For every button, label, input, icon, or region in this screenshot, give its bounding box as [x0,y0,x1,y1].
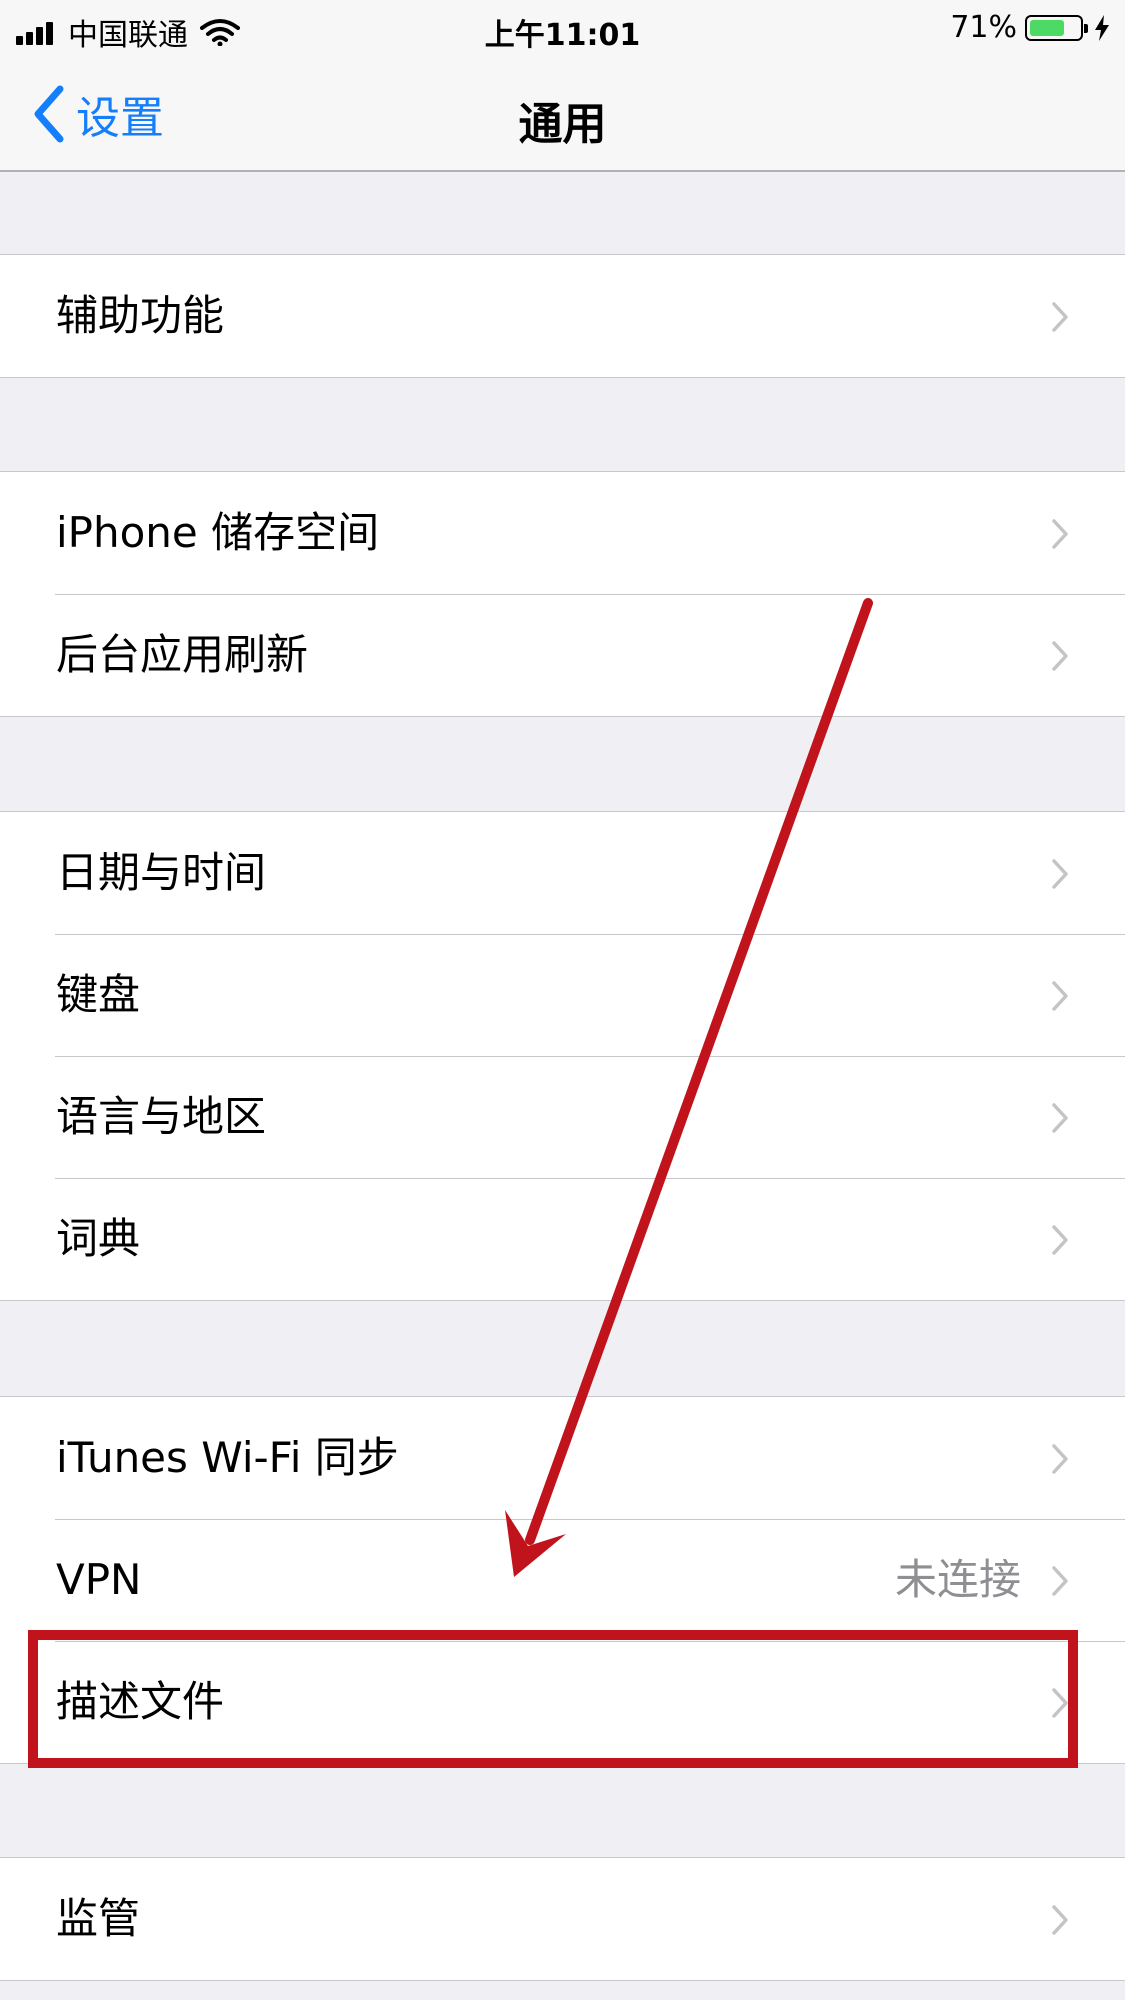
settings-row-keyboard[interactable]: 键盘 [0,934,1125,1056]
chevron-right-icon [1052,519,1068,549]
row-label: 后台应用刷新 [56,630,309,679]
row-label: 语言与地区 [56,1092,267,1141]
row-label: 日期与时间 [56,848,267,897]
settings-group-accessibility: 辅助功能 [0,254,1125,378]
row-label: iTunes Wi-Fi 同步 [56,1433,399,1482]
settings-row-dictionary[interactable]: 词典 [0,1178,1125,1300]
row-label: 词典 [56,1214,141,1263]
status-right: 71% [950,10,1111,45]
settings-group-supervision: 监管 [0,1857,1125,1981]
settings-row-supervision[interactable]: 监管 [0,1858,1125,1980]
chevron-right-icon [1052,1103,1068,1133]
row-label: iPhone 储存空间 [56,508,380,557]
chevron-right-icon [1052,302,1068,332]
chevron-right-icon [1052,859,1068,889]
battery-icon [1025,14,1088,41]
charging-bolt-icon [1095,14,1109,41]
vpn-status-value: 未连接 [894,1555,1021,1604]
chevron-right-icon [1052,1688,1068,1718]
settings-row-background-refresh[interactable]: 后台应用刷新 [0,594,1125,716]
settings-row-accessibility[interactable]: 辅助功能 [0,255,1125,377]
settings-group-sync: iTunes Wi-Fi 同步 VPN 未连接 描述文件 [0,1396,1125,1764]
settings-row-language-region[interactable]: 语言与地区 [0,1056,1125,1178]
chevron-right-icon [1052,981,1068,1011]
chevron-right-icon [1052,1225,1068,1255]
navigation-bar: 设置 通用 [0,56,1125,172]
settings-group-storage: iPhone 储存空间 后台应用刷新 [0,471,1125,717]
settings-row-date-time[interactable]: 日期与时间 [0,812,1125,934]
row-label: 监管 [56,1894,141,1943]
chevron-right-icon [1052,1566,1068,1596]
settings-row-vpn[interactable]: VPN 未连接 [0,1519,1125,1641]
row-label: 描述文件 [56,1677,225,1726]
row-label: 辅助功能 [56,291,225,340]
chevron-right-icon [1052,1905,1068,1935]
status-bar: 中国联通 上午11:01 71% [0,0,1125,56]
settings-group-locale: 日期与时间 键盘 语言与地区 词典 [0,811,1125,1301]
settings-row-itunes-wifi-sync[interactable]: iTunes Wi-Fi 同步 [0,1397,1125,1519]
battery-percent: 71% [950,10,1017,45]
battery-fill [1030,19,1065,36]
chevron-right-icon [1052,1444,1068,1474]
settings-row-profiles[interactable]: 描述文件 [0,1641,1125,1763]
chevron-right-icon [1052,641,1068,671]
battery-tip [1084,23,1088,33]
row-label: VPN [56,1555,142,1604]
page-title: 通用 [518,99,607,150]
settings-row-iphone-storage[interactable]: iPhone 储存空间 [0,472,1125,594]
row-label: 键盘 [56,970,141,1019]
